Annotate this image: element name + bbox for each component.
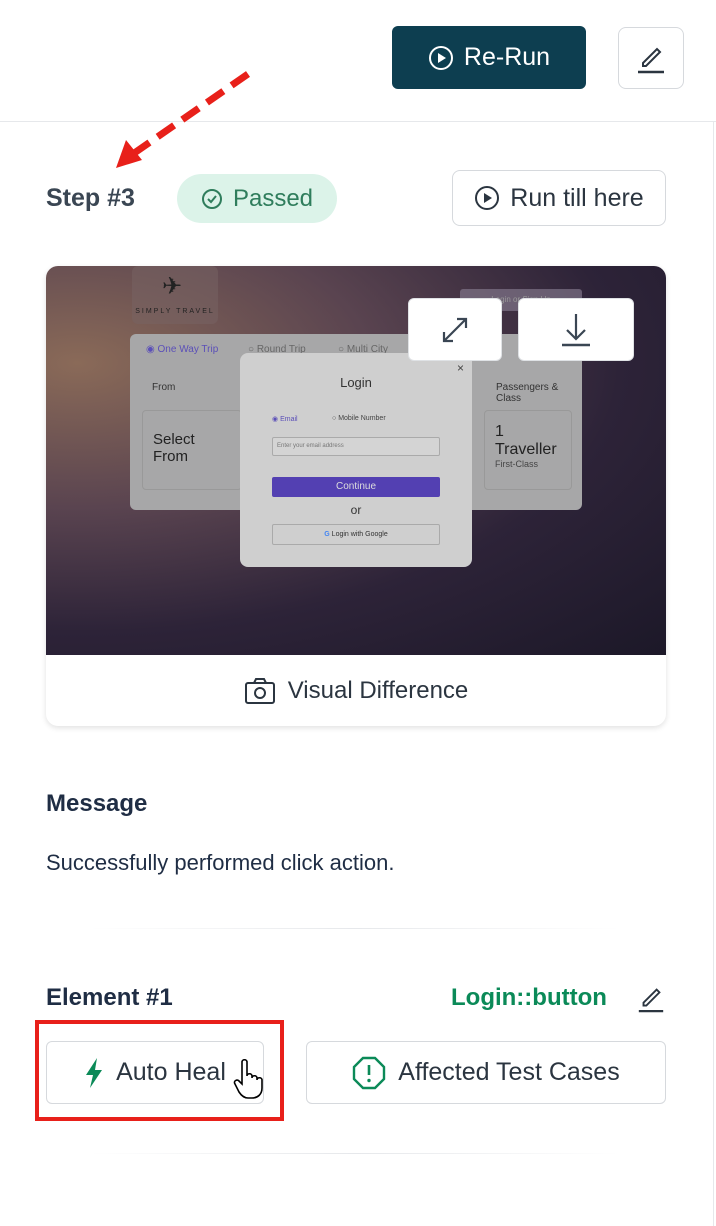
expand-button[interactable] (408, 298, 502, 361)
status-badge: Passed (177, 174, 337, 223)
from-label: From (152, 382, 176, 393)
close-icon: × (456, 361, 464, 375)
step-title: Step #3 (46, 184, 135, 212)
google-login-button: G Login with Google (272, 524, 440, 545)
divider (90, 928, 620, 929)
expand-icon (442, 317, 468, 342)
check-circle-icon (201, 188, 222, 209)
visual-difference-label: Visual Difference (287, 676, 469, 704)
download-button[interactable] (518, 298, 634, 361)
continue-button: Continue (272, 477, 440, 497)
annotation-arrow (116, 71, 250, 168)
message-text: Successfully performed click action. (46, 850, 395, 875)
rerun-label: Re-Run (463, 43, 551, 71)
scrollbar-track (713, 122, 714, 1226)
passengers-label: Passengers & Class (496, 382, 559, 404)
pencil-icon (638, 47, 664, 74)
traveller-box: 1 Traveller First-Class (484, 410, 572, 490)
radio-mobile: ○ Mobile Number (332, 415, 386, 422)
status-text: Passed (232, 184, 314, 212)
traveller-value: 1 Traveller (495, 423, 557, 458)
radio-email: ◉ Email (272, 416, 298, 423)
camera-icon (244, 677, 275, 704)
email-input: Enter your email address (272, 437, 440, 456)
divider (90, 1153, 620, 1154)
brand-text: SIMPLY TRAVEL (135, 308, 215, 315)
or-text: or (350, 503, 362, 517)
element-heading: Element #1 (46, 984, 173, 1011)
screenshot-card: ✈SIMPLY TRAVEL Login or Sign Up ◉ One Wa… (46, 266, 666, 726)
modal-title: Login (340, 375, 372, 390)
affected-test-cases-button[interactable]: Affected Test Cases (306, 1041, 666, 1104)
edit-button[interactable] (618, 27, 684, 89)
rerun-button[interactable]: Re-Run (392, 26, 586, 89)
google-icon: G (324, 531, 330, 538)
alert-octagon-icon (353, 1056, 386, 1089)
from-value: Select From (153, 431, 195, 465)
class-value: First-Class (495, 459, 538, 469)
hand-pointer-cursor-icon (233, 1058, 263, 1099)
plane-icon: ✈ (162, 273, 185, 300)
download-icon (562, 313, 590, 346)
message-heading: Message (46, 790, 148, 817)
element-locator-link[interactable]: Login::button (451, 984, 607, 1012)
login-modal: × Login ◉ Email ○ Mobile Number Enter yo… (240, 353, 472, 567)
edit-element-button[interactable] (636, 982, 666, 1019)
trip-one-way: ◉ One Way Trip (146, 344, 219, 355)
from-box: Select From (142, 410, 242, 490)
pencil-icon (638, 988, 664, 1013)
run-till-label: Run till here (510, 183, 644, 212)
play-circle-icon (475, 186, 500, 210)
run-till-here-button[interactable]: Run till here (452, 170, 666, 226)
visual-difference-button[interactable]: Visual Difference (46, 655, 666, 726)
brand-logo: ✈ SIMPLY TRAVEL (132, 266, 218, 324)
step-screenshot[interactable]: ✈SIMPLY TRAVEL Login or Sign Up ◉ One Wa… (46, 266, 666, 655)
affected-label: Affected Test Cases (398, 1058, 620, 1086)
play-circle-icon (428, 45, 453, 70)
